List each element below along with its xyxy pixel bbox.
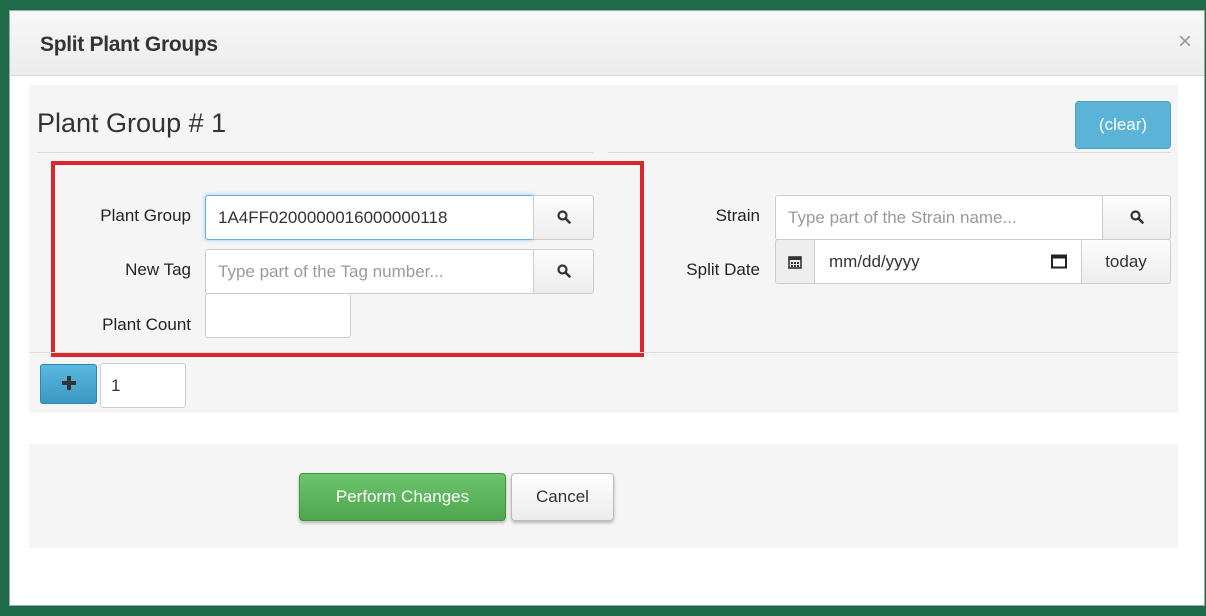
calendar-picker-icon[interactable] — [1051, 254, 1067, 269]
strain-search-button[interactable] — [1102, 195, 1171, 240]
cancel-button[interactable]: Cancel — [511, 473, 614, 521]
search-icon — [1129, 210, 1144, 224]
highlight-box — [51, 161, 644, 357]
calendar-addon — [775, 239, 815, 284]
split-date-input[interactable]: mm/dd/yyyy — [814, 239, 1082, 284]
today-button[interactable]: today — [1081, 239, 1171, 284]
strain-input[interactable] — [775, 195, 1103, 240]
split-date-label: Split Date — [686, 260, 760, 279]
clear-button[interactable]: (clear) — [1075, 101, 1171, 149]
calendar-icon — [788, 256, 802, 269]
add-row-count-input[interactable]: 1 — [100, 363, 186, 408]
plant-group-title: Plant Group # 1 — [37, 108, 227, 138]
close-icon[interactable]: × — [1178, 30, 1192, 54]
add-row-button[interactable] — [40, 364, 97, 404]
dialog-header: Split Plant Groups × — [10, 11, 1204, 76]
split-date-value: mm/dd/yyyy — [829, 252, 920, 271]
perform-changes-button[interactable]: Perform Changes — [299, 473, 506, 521]
divider-left — [37, 152, 593, 153]
row-divider — [29, 352, 1178, 353]
plus-icon — [61, 376, 76, 390]
divider-right — [608, 152, 1171, 153]
strain-label: Strain — [715, 206, 760, 225]
dialog-title: Split Plant Groups — [40, 33, 218, 56]
